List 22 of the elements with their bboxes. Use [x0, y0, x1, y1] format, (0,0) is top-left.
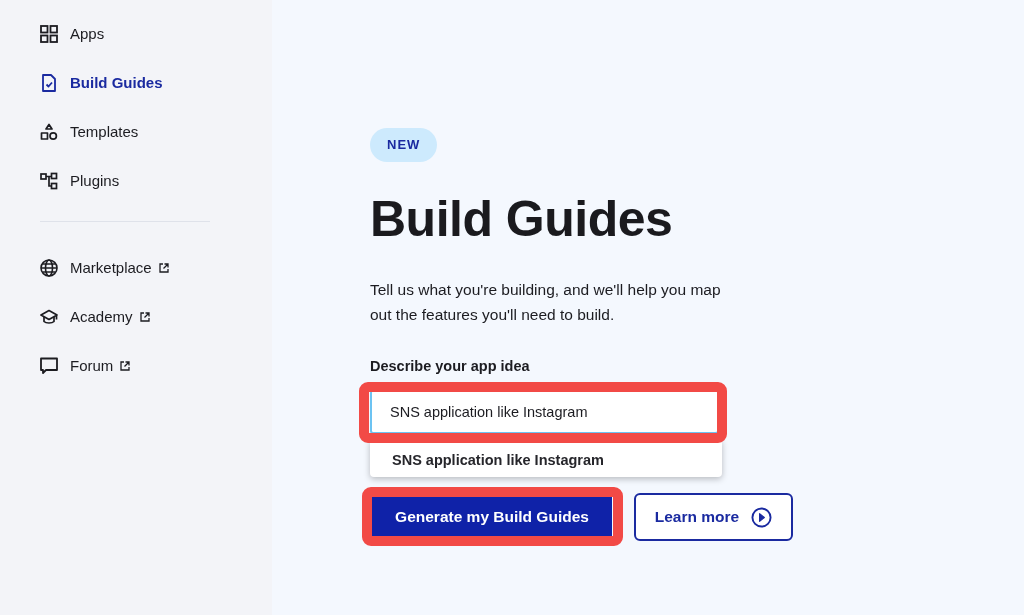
globe-icon [40, 258, 58, 277]
description-text: Tell us what you're building, and we'll help you map out the features you'll need to build. [370, 280, 722, 325]
play-circle-icon [751, 506, 773, 528]
graduation-cap-icon [40, 307, 58, 326]
sidebar-item[interactable]: Build Guides [30, 58, 173, 107]
sidebar-item[interactable]: Templates [30, 107, 149, 156]
grid-icon [40, 24, 58, 43]
document-check-icon [40, 73, 58, 92]
speech-bubble-icon [40, 356, 58, 375]
app-idea-input[interactable]: SNS application like Instagram [370, 390, 718, 434]
sidebar-item[interactable]: Academy [30, 292, 160, 341]
shapes-icon [40, 122, 58, 141]
sidebar-item[interactable]: Marketplace [30, 243, 179, 292]
page-title: Build Guides [370, 190, 673, 248]
field-label: Describe your app idea [370, 357, 530, 375]
sidebar-item[interactable]: Apps [30, 9, 115, 58]
sidebar-item[interactable]: Plugins [30, 156, 130, 205]
sidebar-item[interactable]: Forum [30, 341, 141, 390]
learn-more-button[interactable]: Learn more [634, 493, 793, 541]
new-badge: NEW [370, 128, 438, 162]
generate-button[interactable]: Generate my Build Guides [372, 496, 612, 538]
connected-blocks-icon [40, 171, 58, 190]
